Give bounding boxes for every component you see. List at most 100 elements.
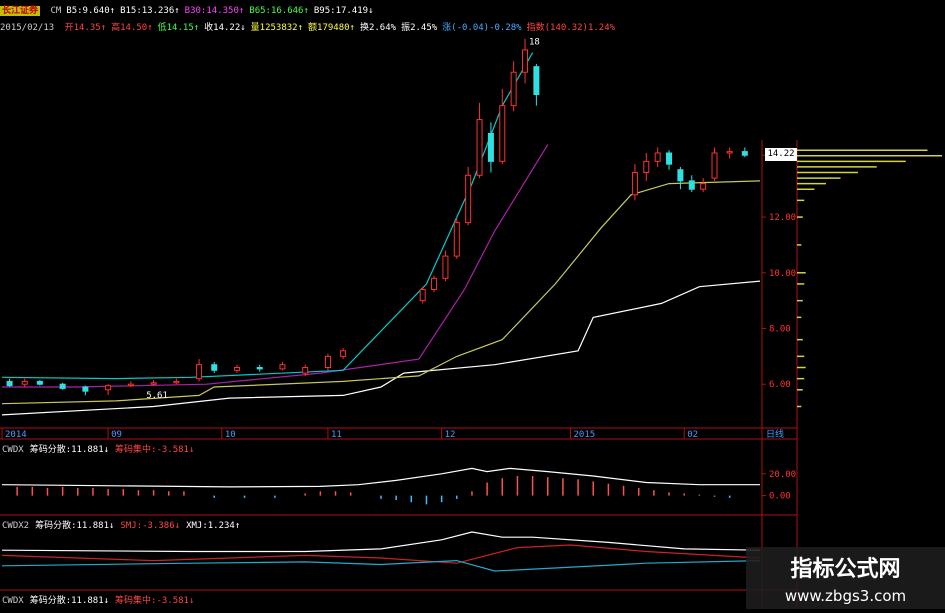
candle-body-8 bbox=[173, 380, 180, 384]
price-annotation-0: 5.61 bbox=[146, 391, 168, 401]
candle-body-33 bbox=[688, 180, 695, 190]
cwdx-label-0: CWDX bbox=[2, 445, 24, 455]
y-tick-label-2: 10.00 bbox=[769, 269, 796, 279]
quote-label-0: 开14.35↑ bbox=[64, 23, 107, 33]
candle-body-6 bbox=[127, 383, 134, 387]
indicator-cwdx-bottom-labels: CWDX 筹码分散:11.881↓ 筹码集中:-3.581↓ bbox=[2, 593, 200, 606]
candle-body-19 bbox=[442, 255, 449, 279]
cwdx-label-1: 筹码分散:11.881↓ bbox=[29, 445, 110, 455]
candle-body-14 bbox=[302, 367, 309, 374]
candle-body-24 bbox=[499, 105, 506, 162]
quote-date: 2015/02/13 bbox=[0, 23, 55, 33]
watermark-title: 指标公式网 bbox=[790, 557, 901, 582]
candle-body-23 bbox=[487, 133, 494, 162]
cwdx-line bbox=[1, 467, 760, 488]
ma-label-2: B15:13.236↑ bbox=[120, 6, 180, 16]
x-tick-label-5: 2015 bbox=[574, 430, 596, 440]
candle-body-4 bbox=[82, 386, 89, 392]
candle-body-37 bbox=[741, 151, 748, 156]
candle-body-22 bbox=[476, 119, 483, 176]
candle-body-25 bbox=[510, 71, 517, 107]
candle-body-12 bbox=[256, 367, 263, 370]
bottom-label-0: CWDX bbox=[2, 596, 24, 606]
cwdx-y-label-1: 0.00 bbox=[769, 492, 791, 502]
candle-body-21 bbox=[465, 174, 472, 224]
candle-body-5 bbox=[105, 385, 112, 391]
candle-body-29 bbox=[643, 160, 650, 174]
quote-label-7: 振2.45% bbox=[401, 23, 438, 33]
indicator-cwdx2-labels: CWDX2 筹码分散:11.881↓ SMJ:-3.386↓ XMJ:1.234↑ bbox=[2, 518, 246, 531]
candle-body-3 bbox=[59, 383, 66, 389]
broker-name: 长江证券 bbox=[0, 6, 41, 16]
ma-line-0 bbox=[1, 280, 761, 416]
x-tick-label-4: 12 bbox=[445, 430, 456, 440]
quote-label-2: 低14.15↑ bbox=[157, 23, 200, 33]
quote-label-1: 高14.50↑ bbox=[111, 23, 153, 33]
cwdx-y-label-0: 20.00 bbox=[769, 470, 796, 480]
x-tick-label-3: 11 bbox=[331, 430, 342, 440]
candle-body-17 bbox=[419, 289, 426, 302]
ma-label-5: B95:17.419↓ bbox=[313, 6, 374, 16]
candle-body-36 bbox=[726, 151, 733, 154]
timeframe-label: 日线 bbox=[766, 428, 784, 440]
bottom-label-2: 筹码集中:-3.581↓ bbox=[115, 596, 195, 606]
x-tick-label-0: 2014 bbox=[5, 430, 27, 440]
cwdx2-label-2: SMJ:-3.386↓ bbox=[120, 521, 181, 531]
candle-body-0 bbox=[6, 380, 13, 387]
site-watermark: 指标公式网 www.zbgs3.com bbox=[746, 547, 945, 609]
cwdx2-line-1 bbox=[1, 544, 761, 564]
candle-body-26 bbox=[522, 49, 529, 73]
candle-body-11 bbox=[233, 367, 240, 371]
candle-body-1 bbox=[21, 380, 28, 385]
candle-body-30 bbox=[654, 152, 661, 162]
x-tick-label-1: 09 bbox=[111, 430, 122, 440]
header-quote-row: 2015/02/13 开14.35↑ 高14.50↑ 低14.15↑ 收14.22↓ 量… bbox=[0, 20, 625, 33]
ma-label-0: CM bbox=[50, 6, 62, 16]
quote-label-5: 额179480↑ bbox=[308, 23, 355, 33]
header-ma-row: 长江证券 CM B5:9.640↑ B15:13.236↑ B30:14.350↑ B6… bbox=[0, 3, 384, 16]
quote-label-4: 量1253832↑ bbox=[250, 23, 304, 33]
candle-body-15 bbox=[324, 355, 331, 369]
ma-labels: CM B5:9.640↑ B15:13.236↑ B30:14.350↑ B65:16.… bbox=[50, 6, 378, 16]
candle-body-13 bbox=[279, 364, 286, 370]
quote-label-6: 换2.64% bbox=[359, 23, 397, 33]
candle-body-35 bbox=[711, 152, 718, 179]
watermark-url: www.zbgs3.com bbox=[784, 587, 907, 605]
price-annotation-1: 18 bbox=[529, 38, 540, 48]
x-tick-label-6: 02 bbox=[687, 430, 698, 440]
quote-label-8: 涨(-0.04)-0.28% bbox=[442, 23, 522, 33]
y-tick-label-3: 8.00 bbox=[769, 325, 791, 335]
cwdx2-label-1: 筹码分散:11.881↓ bbox=[35, 521, 115, 531]
cwdx-label-2: 筹码集中:-3.581↓ bbox=[115, 445, 195, 455]
x-tick-label-2: 10 bbox=[225, 430, 236, 440]
candle-body-18 bbox=[431, 277, 438, 291]
candle-body-32 bbox=[677, 169, 684, 182]
candle-body-31 bbox=[666, 152, 673, 165]
y-tick-label-1: 12.00 bbox=[769, 213, 796, 223]
cwdx2-label-3: XMJ:1.234↑ bbox=[186, 521, 241, 531]
cwdx2-line-0 bbox=[1, 531, 761, 553]
candle-body-7 bbox=[150, 382, 157, 385]
candle-body-34 bbox=[700, 183, 707, 190]
cwdx2-label-0: CWDX2 bbox=[2, 521, 30, 531]
quote-label-9: 指数(140.32)1.24% bbox=[526, 23, 616, 33]
ma-label-1: B5:9.640↑ bbox=[66, 6, 116, 16]
candle-body-20 bbox=[453, 222, 460, 257]
candle-body-9 bbox=[196, 364, 203, 380]
indicator-cwdx-labels: CWDX 筹码分散:11.881↓ 筹码集中:-3.581↓ bbox=[2, 442, 200, 455]
cwdx2-line-2 bbox=[1, 559, 761, 572]
quote-labels: 开14.35↑ 高14.50↑ 低14.15↑ 收14.22↓ 量1253832↑ 额17… bbox=[65, 23, 620, 33]
y-tick-label-4: 6.00 bbox=[769, 380, 791, 390]
candle-body-2 bbox=[36, 380, 43, 385]
ma-line-1 bbox=[1, 180, 761, 405]
ma-line-3 bbox=[1, 52, 534, 380]
quote-label-3: 收14.22↓ bbox=[204, 23, 246, 33]
candle-body-10 bbox=[211, 364, 218, 371]
candle-body-28 bbox=[631, 172, 638, 196]
ma-label-4: B65:16.646↑ bbox=[249, 6, 309, 16]
bottom-label-1: 筹码分散:11.881↓ bbox=[29, 596, 110, 606]
current-price-tag: 14.22 bbox=[765, 148, 797, 162]
candle-body-27 bbox=[533, 66, 540, 96]
candle-body-16 bbox=[340, 350, 347, 357]
ma-label-3: B30:14.350↑ bbox=[184, 6, 245, 16]
